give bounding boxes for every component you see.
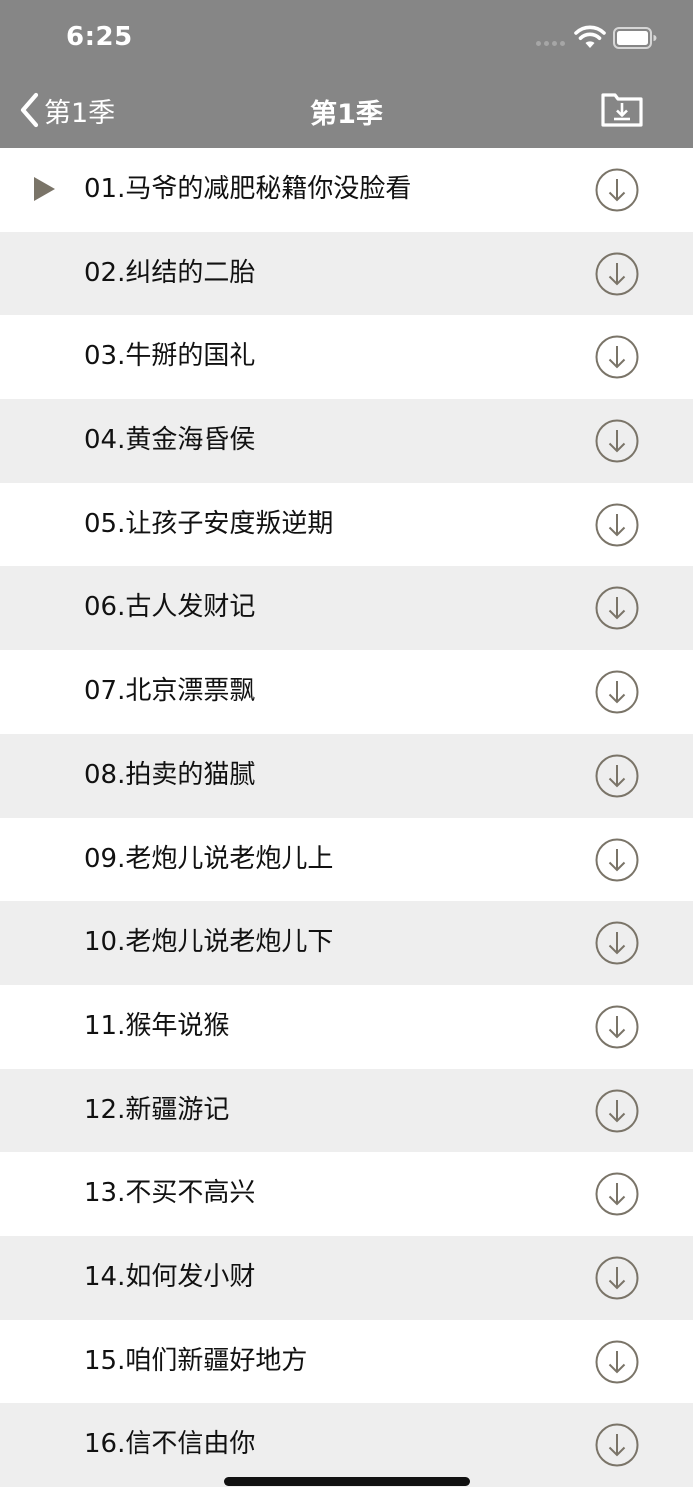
download-icon[interactable] — [594, 1339, 640, 1385]
chevron-left-icon — [20, 92, 39, 128]
download-icon[interactable] — [594, 753, 640, 799]
episode-title: 03.牛掰的国礼 — [84, 341, 256, 372]
episode-title: 10.老炮儿说老炮儿下 — [84, 927, 334, 958]
back-button-label: 第1季 — [44, 97, 116, 129]
episode-title: 14.如何发小财 — [84, 1261, 256, 1292]
download-icon[interactable] — [594, 837, 640, 883]
back-button[interactable]: 第1季 — [18, 88, 115, 132]
episode-title: 05.让孩子安度叛逆期 — [84, 508, 334, 539]
download-icon[interactable] — [594, 334, 640, 380]
download-icon[interactable] — [594, 1255, 640, 1301]
download-icon[interactable] — [594, 1004, 640, 1050]
download-icon[interactable] — [594, 167, 640, 213]
episode-title: 06.古人发财记 — [84, 592, 256, 623]
episode-title: 13.不买不高兴 — [84, 1178, 256, 1209]
episode-title: 11.猴年说猴 — [84, 1010, 230, 1041]
download-icon[interactable] — [594, 920, 640, 966]
episode-row[interactable]: 11.猴年说猴 — [0, 984, 693, 1069]
episode-row[interactable]: 05.让孩子安度叛逆期 — [0, 482, 693, 567]
download-icon[interactable] — [594, 418, 640, 464]
play-indicator-icon — [34, 177, 55, 201]
episode-title: 08.拍卖的猫腻 — [84, 759, 256, 790]
download-icon[interactable] — [594, 251, 640, 297]
episode-row[interactable]: 07.北京漂票飘 — [0, 650, 693, 734]
episode-row[interactable]: 01.马爷的减肥秘籍你没脸看 — [0, 148, 693, 232]
episode-row[interactable]: 10.老炮儿说老炮儿下 — [0, 901, 693, 985]
episode-title: 01.马爷的减肥秘籍你没脸看 — [84, 174, 412, 204]
download-icon[interactable] — [594, 585, 640, 631]
episode-row[interactable]: 12.新疆游记 — [0, 1068, 693, 1153]
episode-row[interactable]: 16.信不信由你 — [0, 1403, 693, 1487]
episode-row[interactable]: 13.不买不高兴 — [0, 1152, 693, 1236]
episode-title: 02.纠结的二胎 — [84, 257, 256, 288]
home-indicator[interactable] — [224, 1477, 470, 1486]
download-icon[interactable] — [594, 1088, 640, 1134]
cellular-signal-icon — [536, 41, 565, 46]
episode-title: 04.黄金海昏侯 — [84, 425, 256, 456]
episode-title: 12.新疆游记 — [84, 1094, 230, 1125]
episode-title: 16.信不信由你 — [84, 1429, 256, 1460]
download-icon[interactable] — [594, 669, 640, 715]
episode-row[interactable]: 15.咱们新疆好地方 — [0, 1319, 693, 1404]
episode-title: 09.老炮儿说老炮儿上 — [84, 843, 334, 874]
episode-row[interactable]: 08.拍卖的猫腻 — [0, 733, 693, 818]
episode-row[interactable]: 04.黄金海昏侯 — [0, 399, 693, 483]
episode-row[interactable]: 14.如何发小财 — [0, 1235, 693, 1320]
download-icon[interactable] — [594, 1171, 640, 1217]
download-icon[interactable] — [594, 502, 640, 548]
wifi-icon — [574, 25, 606, 48]
episode-list: 01.马爷的减肥秘籍你没脸看 02.纠结的二胎 03.牛掰的国礼 04.黄金海昏侯 05… — [0, 148, 693, 1487]
download-folder-icon[interactable] — [600, 90, 644, 130]
battery-icon — [613, 27, 657, 49]
download-icon[interactable] — [594, 1422, 640, 1468]
status-time: 6:25 — [66, 22, 133, 52]
episode-row[interactable]: 06.古人发财记 — [0, 566, 693, 651]
episode-title: 07.北京漂票飘 — [84, 676, 256, 707]
navigation-header: 6:25 第1季 第1季 — [0, 0, 693, 148]
episode-title: 15.咱们新疆好地方 — [84, 1345, 308, 1376]
episode-row[interactable]: 03.牛掰的国礼 — [0, 315, 693, 400]
episode-row[interactable]: 09.老炮儿说老炮儿上 — [0, 817, 693, 902]
episode-row[interactable]: 02.纠结的二胎 — [0, 231, 693, 316]
